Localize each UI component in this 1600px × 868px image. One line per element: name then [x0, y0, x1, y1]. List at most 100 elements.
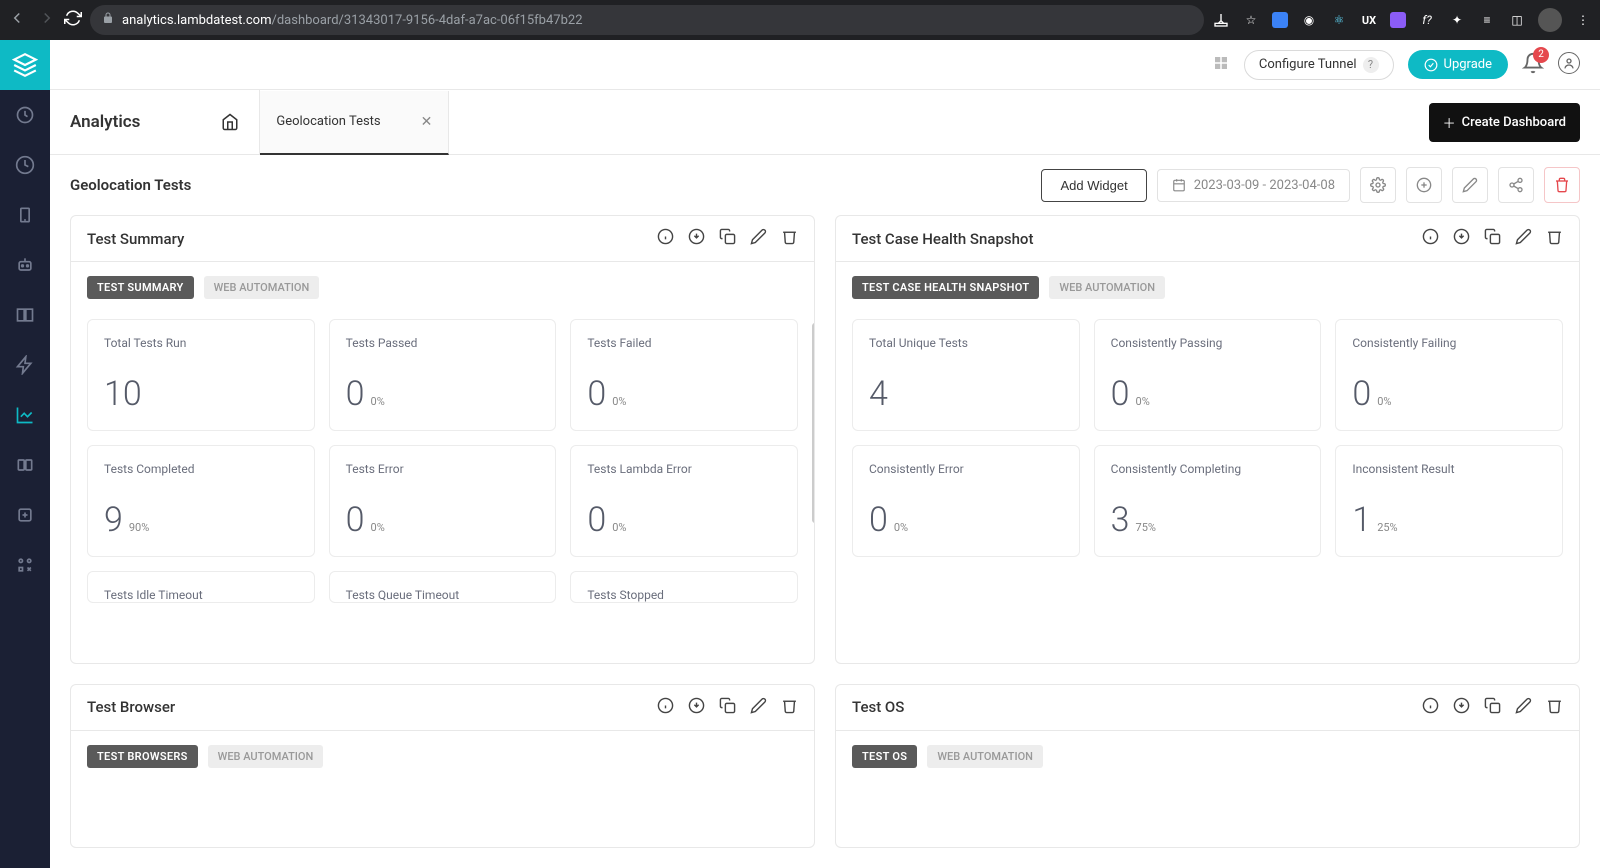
back-icon[interactable] — [8, 9, 26, 31]
stat-box: Tests Lambda Error00% — [570, 445, 798, 557]
info-icon[interactable] — [1422, 228, 1439, 249]
stat-value: 0 — [346, 374, 365, 414]
stat-value: 0 — [869, 500, 888, 540]
stat-pct: 75% — [1136, 521, 1156, 534]
ux-icon[interactable]: UX — [1360, 11, 1378, 29]
widget-test-browser: Test Browser TEST BROWSERS WEB AUTOMATIO… — [70, 684, 815, 849]
ext-purple-icon[interactable] — [1390, 12, 1406, 28]
download-icon[interactable] — [688, 697, 705, 718]
delete-button[interactable] — [1544, 167, 1580, 203]
share-button[interactable] — [1498, 167, 1534, 203]
ext-blue-icon[interactable] — [1272, 12, 1288, 28]
stat-pct: 25% — [1377, 521, 1397, 534]
kebab-icon[interactable]: ⋮ — [1574, 11, 1592, 29]
stat-box: Tests Passed00% — [329, 319, 557, 431]
header-row: Analytics Geolocation Tests ✕ ＋ Create D… — [50, 90, 1600, 155]
browser-extensions: ☆ ◉ ⚛ UX f? ✦ ≡ ◫ ⋮ — [1212, 8, 1592, 32]
notifications-button[interactable]: 2 — [1522, 52, 1544, 78]
configure-tunnel-button[interactable]: Configure Tunnel ? — [1244, 50, 1394, 80]
stat-box: Total Unique Tests4 — [852, 319, 1080, 431]
settings-button[interactable] — [1360, 167, 1396, 203]
puzzle-icon[interactable]: ✦ — [1448, 11, 1466, 29]
stat-value: 0 — [1352, 374, 1371, 414]
upgrade-label: Upgrade — [1444, 57, 1492, 72]
copy-icon[interactable] — [719, 697, 736, 718]
info-icon[interactable] — [657, 697, 674, 718]
app-logo[interactable] — [0, 40, 50, 90]
widget-tag: WEB AUTOMATION — [204, 276, 320, 299]
trash-icon[interactable] — [1546, 228, 1563, 249]
forward-icon[interactable] — [38, 9, 56, 31]
add-widget-button[interactable]: Add Widget — [1041, 169, 1146, 202]
sidebar-device[interactable] — [0, 190, 50, 240]
add-circle-button[interactable] — [1406, 167, 1442, 203]
stat-pct: 0% — [612, 521, 626, 534]
camera-icon[interactable]: ◉ — [1300, 11, 1318, 29]
stat-box: Consistently Completing375% — [1094, 445, 1322, 557]
sidebar-robot[interactable] — [0, 240, 50, 290]
tab-geolocation[interactable]: Geolocation Tests ✕ — [260, 91, 449, 155]
subheader: Geolocation Tests Add Widget 2023-03-09 … — [50, 155, 1600, 215]
create-dashboard-button[interactable]: ＋ Create Dashboard — [1429, 103, 1580, 142]
sidebar-integrations[interactable] — [0, 540, 50, 590]
react-icon[interactable]: ⚛ — [1330, 11, 1348, 29]
widget-test-summary: Test Summary TEST SUMMARY WEB AUTOMATION… — [70, 215, 815, 664]
lock-icon — [102, 12, 114, 28]
stat-label: Total Tests Run — [104, 336, 298, 350]
download-icon[interactable] — [1453, 697, 1470, 718]
copy-icon[interactable] — [719, 228, 736, 249]
copy-icon[interactable] — [1484, 228, 1501, 249]
info-icon[interactable] — [1422, 697, 1439, 718]
sidebar-add[interactable] — [0, 490, 50, 540]
pencil-icon[interactable] — [750, 228, 767, 249]
nav-arrows — [8, 9, 56, 31]
sidebar-dashboard[interactable] — [0, 90, 50, 140]
playlist-icon[interactable]: ≡ — [1478, 11, 1496, 29]
trash-icon[interactable] — [1546, 697, 1563, 718]
date-range-picker[interactable]: 2023-03-09 - 2023-04-08 — [1157, 169, 1350, 202]
panel-icon[interactable]: ◫ — [1508, 11, 1526, 29]
stat-value: 0 — [346, 500, 365, 540]
trash-icon[interactable] — [781, 228, 798, 249]
widget-actions — [657, 697, 798, 718]
url-path: /dashboard/31343017-9156-4daf-a7ac-06f15… — [271, 13, 582, 28]
widget-tag: WEB AUTOMATION — [927, 745, 1043, 768]
pencil-icon[interactable] — [1515, 228, 1532, 249]
reload-icon[interactable] — [64, 9, 82, 31]
stat-label: Consistently Error — [869, 462, 1063, 476]
url-bar[interactable]: analytics.lambdatest.com/dashboard/31343… — [90, 5, 1204, 35]
stat-pct: 0% — [371, 521, 385, 534]
edit-button[interactable] — [1452, 167, 1488, 203]
share-icon[interactable] — [1212, 11, 1230, 29]
inner-scrollbar[interactable] — [812, 323, 814, 523]
user-menu[interactable] — [1558, 52, 1580, 78]
widget-title: Test Browser — [87, 698, 175, 716]
tab-close-icon[interactable]: ✕ — [421, 114, 433, 130]
upgrade-button[interactable]: Upgrade — [1408, 50, 1508, 79]
trash-icon[interactable] — [781, 697, 798, 718]
browser-avatar[interactable] — [1538, 8, 1562, 32]
home-tab[interactable] — [200, 90, 260, 154]
sidebar-analytics[interactable] — [0, 390, 50, 440]
download-icon[interactable] — [1453, 228, 1470, 249]
stat-box: Tests Completed990% — [87, 445, 315, 557]
stat-box: Total Tests Run10 — [87, 319, 315, 431]
app-sidebar — [0, 40, 50, 868]
download-icon[interactable] — [688, 228, 705, 249]
ext-f-icon[interactable]: f? — [1418, 11, 1436, 29]
sidebar-history[interactable] — [0, 140, 50, 190]
stat-value: 1 — [1352, 500, 1371, 540]
info-icon[interactable] — [657, 228, 674, 249]
help-icon: ? — [1363, 57, 1379, 73]
sidebar-bolt[interactable] — [0, 340, 50, 390]
sidebar-compare[interactable] — [0, 290, 50, 340]
stat-label: Tests Failed — [587, 336, 781, 350]
sidebar-layers[interactable] — [0, 440, 50, 490]
apps-grid-icon[interactable] — [1212, 54, 1230, 76]
pencil-icon[interactable] — [1515, 697, 1532, 718]
stat-value: 0 — [1111, 374, 1130, 414]
widget-badge: TEST CASE HEALTH SNAPSHOT — [852, 276, 1039, 299]
copy-icon[interactable] — [1484, 697, 1501, 718]
pencil-icon[interactable] — [750, 697, 767, 718]
star-icon[interactable]: ☆ — [1242, 11, 1260, 29]
